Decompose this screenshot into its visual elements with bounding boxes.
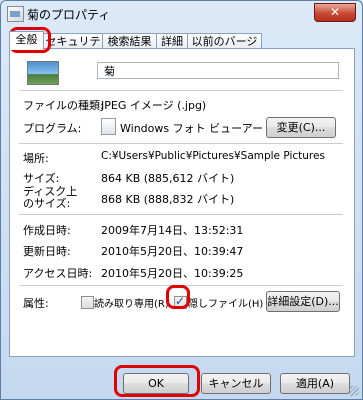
disk-size-value: 868 KB (888,832 バイト) <box>101 193 235 206</box>
image-file-icon <box>7 6 24 22</box>
divider <box>19 90 343 91</box>
program-label: プログラム: <box>23 122 82 135</box>
tab-previous-versions[interactable]: 以前のバージョン <box>187 33 262 63</box>
tab-general[interactable]: 全般 <box>9 31 44 50</box>
tab-security[interactable]: セキュリティ <box>43 33 103 63</box>
close-button[interactable]: ✕ <box>314 3 356 22</box>
created-label: 作成日時: <box>23 224 71 237</box>
attributes-label: 属性: <box>23 297 49 310</box>
image-thumbnail-icon <box>27 61 59 85</box>
disk-size-label-line2: のサイズ: <box>23 197 71 210</box>
file-type-label: ファイルの種類: <box>23 99 104 112</box>
location-value: C:¥Users¥Public¥Pictures¥Sample Pictures <box>101 150 325 162</box>
location-label: 場所: <box>23 152 49 165</box>
divider <box>19 214 343 215</box>
file-type-value: JPEG イメージ (.jpg) <box>101 99 207 112</box>
divider <box>19 285 343 286</box>
hidden-checkbox[interactable] <box>174 294 187 309</box>
accessed-value: 2010年5月20日、10:39:25 <box>101 267 244 280</box>
photo-viewer-icon <box>101 118 116 135</box>
file-name-field[interactable]: 菊 <box>97 62 339 79</box>
divider <box>19 143 343 144</box>
modified-label: 更新日時: <box>23 245 71 258</box>
title-bar[interactable]: 菊のプロパティ ✕ <box>1 1 362 27</box>
window-title: 菊のプロパティ <box>27 8 111 22</box>
modified-value: 2010年5月20日、10:39:47 <box>101 245 244 258</box>
tab-strip: 全般 セキュリティ 検索結果 詳細 以前のバージョン <box>9 31 355 63</box>
tab-search-results[interactable]: 検索結果 <box>102 33 157 49</box>
readonly-label[interactable]: 読み取り専用(R) <box>94 295 169 310</box>
size-value: 864 KB (885,612 バイト) <box>101 172 235 185</box>
size-label: サイズ: <box>23 172 60 185</box>
program-value: Windows フォト ビューアー <box>120 122 263 135</box>
resize-grip[interactable] <box>349 386 359 396</box>
advanced-button[interactable]: 詳細設定(D)... <box>266 291 340 312</box>
general-panel: 菊 ファイルの種類: JPEG イメージ (.jpg) プログラム: Windo… <box>9 48 355 357</box>
readonly-checkbox[interactable] <box>81 296 94 309</box>
created-value: 2009年7月14日、13:52:31 <box>101 224 244 237</box>
properties-window: 菊のプロパティ ✕ 全般 セキュリティ 検索結果 詳細 以前のバージョン 菊 フ… <box>0 0 363 400</box>
accessed-label: アクセス日時: <box>23 267 93 280</box>
change-button[interactable]: 変更(C)... <box>266 117 336 138</box>
apply-button[interactable]: 適用(A) <box>280 373 350 394</box>
hidden-label[interactable]: 隠しファイル(H) <box>188 295 263 310</box>
cancel-button[interactable]: キャンセル <box>201 373 271 394</box>
ok-button[interactable]: OK <box>123 373 189 394</box>
tab-details[interactable]: 詳細 <box>156 33 188 49</box>
